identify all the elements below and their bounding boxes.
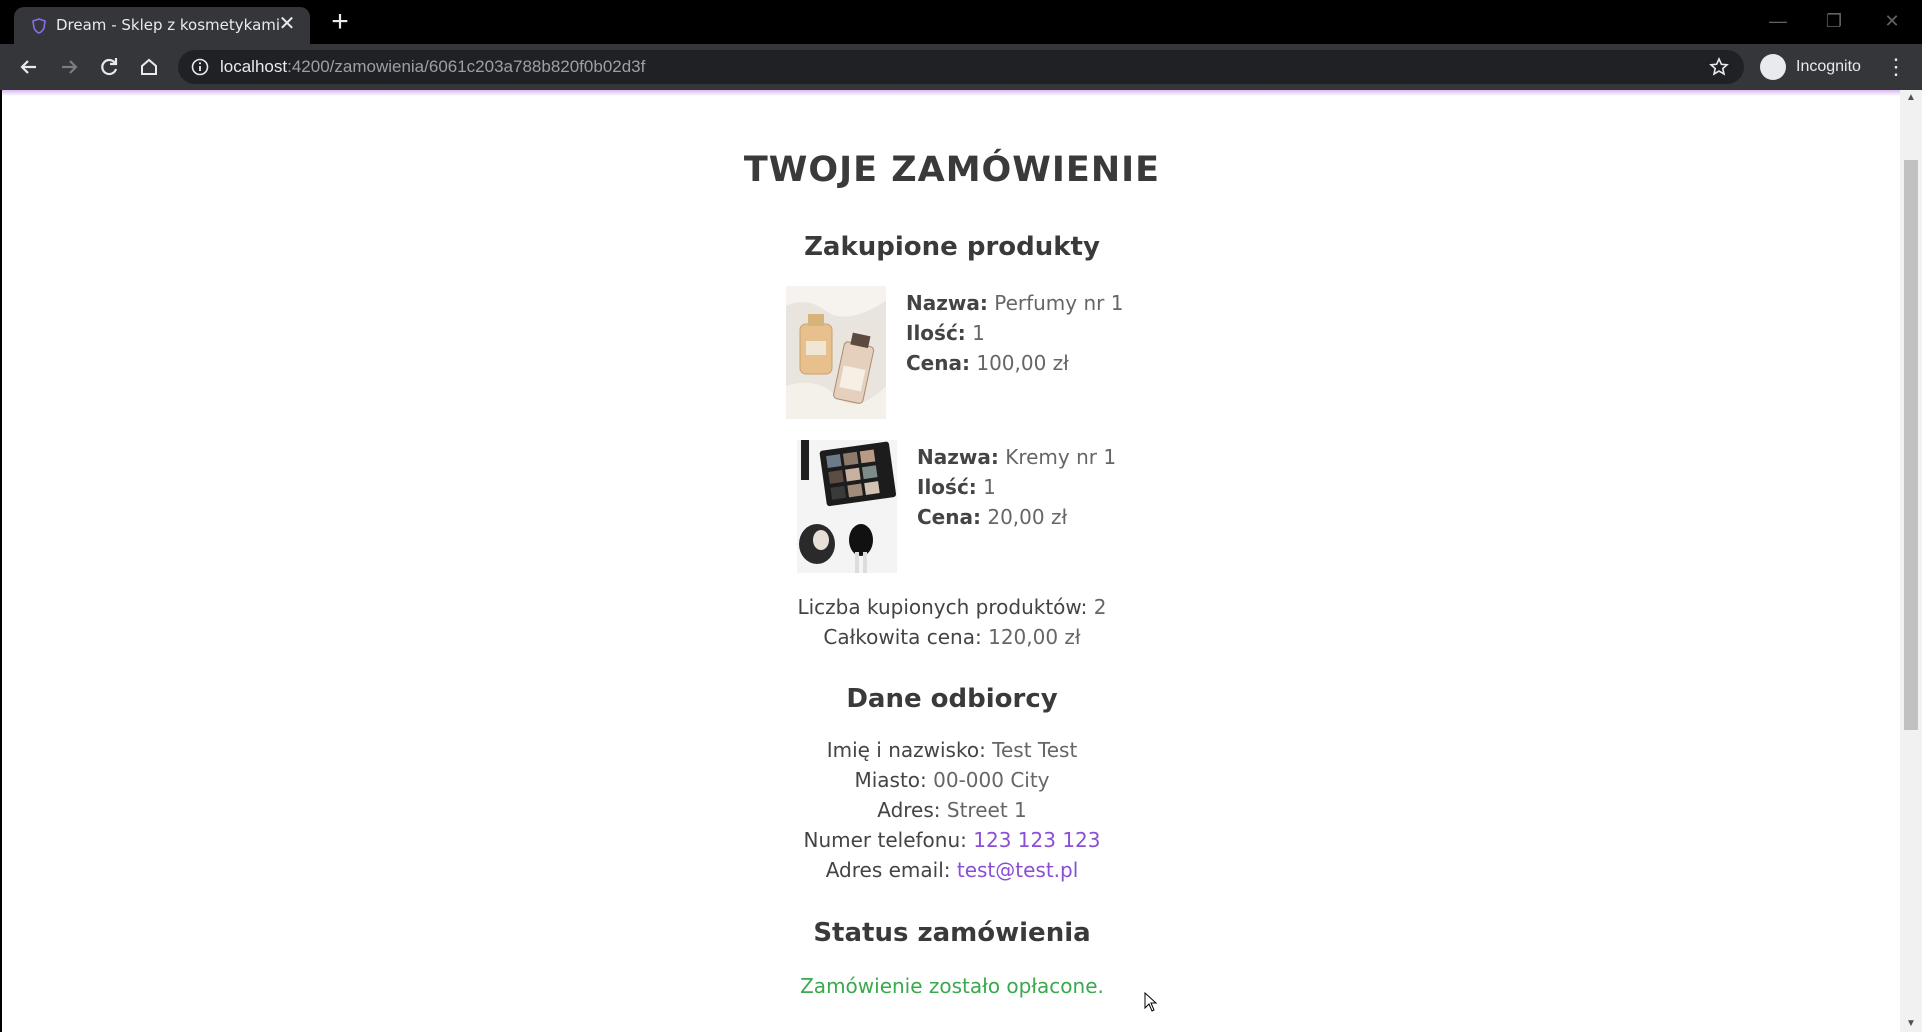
total-price: Całkowita cena: 120,00 zł <box>823 625 1081 649</box>
new-tab-icon[interactable]: + <box>326 7 354 37</box>
page-scrollbar[interactable]: ▲ ▼ <box>1900 90 1922 1032</box>
product-info: Nazwa: Kremy nr 1 Ilość: 1 Cena: 20,00 z… <box>917 445 1117 529</box>
products-heading: Zakupione produkty <box>804 232 1100 262</box>
address-bar[interactable]: localhost:4200/zamowienia/6061c203a788b8… <box>178 50 1744 84</box>
minimize-icon[interactable]: — <box>1758 6 1798 36</box>
incognito-icon <box>1760 54 1786 80</box>
product-price: 20,00 zł <box>987 505 1068 529</box>
product-name: Perfumy nr 1 <box>994 291 1124 315</box>
scroll-up-icon[interactable]: ▲ <box>1900 90 1922 106</box>
reload-icon[interactable] <box>94 52 124 82</box>
tab-title: Dream - Sklep z kosmetykami <box>56 16 281 34</box>
page-title: TWOJE ZAMÓWIENIE <box>743 150 1161 190</box>
recipient-heading: Dane odbiorcy <box>846 684 1058 714</box>
info-icon[interactable] <box>190 57 210 77</box>
header-divider <box>2 90 1902 96</box>
browser-tab[interactable]: Dream - Sklep z kosmetykami ✕ <box>14 7 310 44</box>
window-close-icon[interactable]: ✕ <box>1872 6 1912 36</box>
products-count: Liczba kupionych produktów: 2 <box>797 595 1107 619</box>
mouse-cursor-icon <box>1144 992 1158 1012</box>
scrollbar-thumb[interactable] <box>1904 160 1918 730</box>
restore-icon[interactable]: ❐ <box>1814 6 1854 36</box>
incognito-badge[interactable]: Incognito <box>1756 50 1868 84</box>
product-image-perfume <box>786 286 886 419</box>
order-status: Zamówienie zostało opłacone. <box>800 974 1104 998</box>
page-viewport: TWOJE ZAMÓWIENIE Zakupione produkty Nazw… <box>0 90 1922 1032</box>
url-text[interactable]: localhost:4200/zamowienia/6061c203a788b8… <box>220 57 645 77</box>
back-icon[interactable] <box>14 52 44 82</box>
shield-icon <box>32 18 46 34</box>
home-icon[interactable] <box>134 52 164 82</box>
bookmark-star-icon[interactable] <box>1708 56 1730 78</box>
email-link[interactable]: test@test.pl <box>957 858 1078 882</box>
product-qty: 1 <box>972 321 985 345</box>
product-info: Nazwa: Perfumy nr 1 Ilość: 1 Cena: 100,0… <box>906 291 1124 375</box>
more-menu-icon[interactable]: ⋮ <box>1884 54 1908 80</box>
product-name: Kremy nr 1 <box>1005 445 1117 469</box>
recipient-phone: Numer telefonu: 123 123 123 <box>803 828 1101 852</box>
product-price: 100,00 zł <box>976 351 1069 375</box>
forward-icon[interactable] <box>54 52 84 82</box>
browser-toolbar: localhost:4200/zamowienia/6061c203a788b8… <box>0 44 1922 90</box>
phone-link[interactable]: 123 123 123 <box>973 828 1100 852</box>
scroll-down-icon[interactable]: ▼ <box>1900 1016 1922 1032</box>
recipient-email: Adres email: test@test.pl <box>825 858 1079 882</box>
status-heading: Status zamówienia <box>813 918 1091 948</box>
close-tab-icon[interactable]: ✕ <box>276 13 298 35</box>
recipient-name: Imię i nazwisko: Test Test <box>826 738 1078 762</box>
product-image-makeup <box>797 440 897 573</box>
product-qty: 1 <box>983 475 996 499</box>
recipient-address: Adres: Street 1 <box>877 798 1027 822</box>
browser-tab-strip: Dream - Sklep z kosmetykami ✕ + — ❐ ✕ <box>0 0 1922 44</box>
recipient-city: Miasto: 00-000 City <box>854 768 1050 792</box>
